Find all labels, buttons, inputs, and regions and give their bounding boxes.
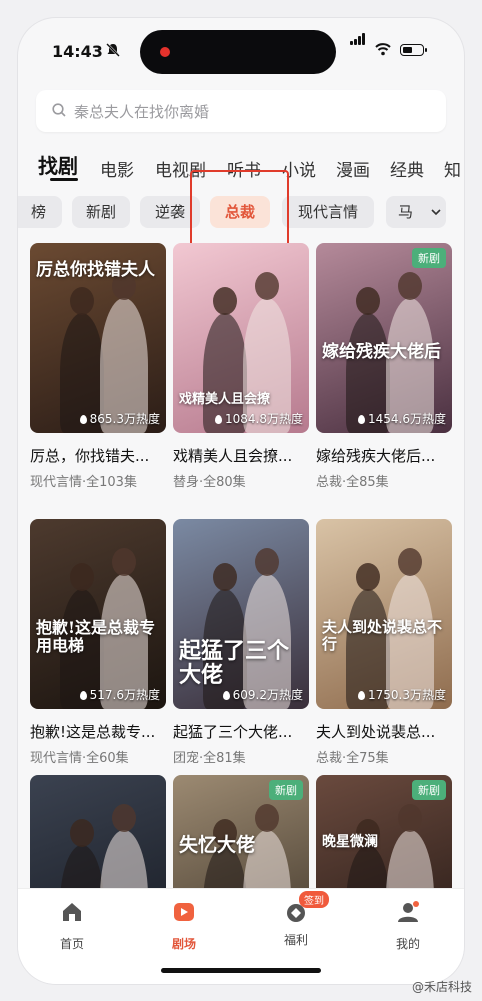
nav-home-label: 首页 <box>59 937 84 951</box>
poster-title-art: 戏精美人且会撩 <box>179 392 271 407</box>
search-placeholder: 秦总夫人在找你离婚 <box>74 103 210 121</box>
tab-movie[interactable]: 电影 <box>100 156 134 181</box>
poster-figure-head <box>213 563 237 591</box>
chevron-down-icon[interactable] <box>430 206 442 218</box>
gift-icon: 签到 <box>283 891 329 925</box>
poster-title-art: 起猛了三个大佬 <box>179 638 290 689</box>
poster-figure-head <box>356 563 380 591</box>
poster-figure-head <box>255 548 279 576</box>
fire-icon <box>79 415 87 424</box>
new-drama-badge: 新剧 <box>269 780 303 800</box>
nav-welfare-label: 福利 <box>283 933 308 947</box>
tab-comic[interactable]: 漫画 <box>336 156 370 181</box>
poster-title-art: 失忆大佬 <box>179 834 256 856</box>
drama-poster[interactable]: 抱歉!这是总裁专用电梯 517.6万热度 <box>30 519 166 709</box>
drama-title[interactable]: 起猛了三个大佬... <box>173 721 313 742</box>
chip-new-drama[interactable]: 新剧 <box>72 196 130 228</box>
dynamic-island <box>140 30 336 74</box>
heat-count: 609.2万热度 <box>222 686 303 703</box>
poster-figure-head <box>112 548 136 576</box>
heat-count: 517.6万热度 <box>79 686 160 703</box>
battery-icon <box>400 44 427 56</box>
nav-profile[interactable]: 我的 <box>368 899 448 952</box>
tab-find-drama[interactable]: 找剧 <box>38 150 78 179</box>
sign-in-badge: 签到 <box>299 891 329 908</box>
status-time: 14:43 <box>52 42 103 61</box>
poster-figure-head <box>213 287 237 315</box>
nav-theater-label: 剧场 <box>171 937 196 951</box>
poster-figure-head <box>112 804 136 832</box>
theater-icon <box>174 903 194 921</box>
heat-count: 1750.3万热度 <box>358 686 446 703</box>
recording-dot-icon <box>160 47 170 57</box>
drama-title[interactable]: 戏精美人且会撩... <box>173 445 313 466</box>
nav-welfare[interactable]: 签到 福利 <box>256 891 336 948</box>
drama-poster[interactable]: 起猛了三个大佬 609.2万热度 <box>173 519 309 709</box>
fire-icon <box>79 691 87 700</box>
drama-meta: 总裁·全85集 <box>316 475 389 490</box>
drama-meta: 团宠·全81集 <box>173 751 246 766</box>
fire-icon <box>222 691 230 700</box>
chip-modern-romance[interactable]: 现代言情 <box>282 196 374 228</box>
fire-icon <box>358 691 365 700</box>
fire-icon <box>358 415 365 424</box>
drama-title[interactable]: 夫人到处说裴总... <box>316 721 456 742</box>
heat-count: 1454.6万热度 <box>358 410 446 427</box>
profile-icon <box>398 901 419 922</box>
drama-poster[interactable]: 嫁给残疾大佬后 新剧 1454.6万热度 <box>316 243 452 433</box>
new-drama-badge: 新剧 <box>412 248 446 268</box>
mute-bell-icon <box>106 43 120 57</box>
chip-ranking[interactable]: 榜 <box>18 196 62 228</box>
poster-figure-head <box>70 819 94 847</box>
search-icon <box>52 103 66 117</box>
status-bar: 14:43 <box>18 18 464 84</box>
poster-figure-head <box>70 287 94 315</box>
home-indicator <box>161 968 321 973</box>
drama-meta: 现代言情·全103集 <box>30 475 137 490</box>
heat-count: 1084.8万热度 <box>215 410 303 427</box>
drama-title[interactable]: 嫁给残疾大佬后... <box>316 445 456 466</box>
tab-underline <box>50 178 78 181</box>
nav-theater[interactable]: 剧场 <box>144 899 224 952</box>
home-icon <box>63 903 81 921</box>
fire-icon <box>215 415 222 424</box>
drama-title[interactable]: 抱歉!这是总裁专... <box>30 721 170 742</box>
drama-title[interactable]: 厉总，你找错夫... <box>30 445 170 466</box>
highlight-annotation-box <box>190 170 289 247</box>
phone-screen: 14:43 秦总夫人在找你离婚 找剧 电影 电视剧 听书 小说 漫画 经典 知 … <box>18 18 464 984</box>
drama-poster[interactable]: 夫人到处说裴总不行 1750.3万热度 <box>316 519 452 709</box>
poster-figure-head <box>398 804 422 832</box>
poster-figure-head <box>255 272 279 300</box>
poster-figure-head <box>356 287 380 315</box>
poster-figure-head <box>398 272 422 300</box>
drama-poster[interactable]: 厉总你找错夫人 865.3万热度 <box>30 243 166 433</box>
poster-figure-head <box>70 563 94 591</box>
poster-title-art: 厉总你找错夫人 <box>36 260 155 280</box>
tab-classic[interactable]: 经典 <box>390 156 424 181</box>
heat-count: 865.3万热度 <box>79 410 160 427</box>
tab-knowledge[interactable]: 知 <box>444 156 461 181</box>
poster-title-art: 夫人到处说裴总不行 <box>322 618 443 653</box>
search-bar[interactable]: 秦总夫人在找你离婚 <box>36 90 446 132</box>
poster-figure-head <box>255 804 279 832</box>
drama-poster[interactable]: 戏精美人且会撩 1084.8万热度 <box>173 243 309 433</box>
drama-meta: 现代言情·全60集 <box>30 751 129 766</box>
poster-title-art: 抱歉!这是总裁专用电梯 <box>36 618 156 655</box>
drama-meta: 替身·全80集 <box>173 475 246 490</box>
poster-title-art: 晚星微澜 <box>322 834 378 850</box>
nav-home[interactable]: 首页 <box>32 899 112 952</box>
nav-profile-label: 我的 <box>395 937 420 951</box>
drama-meta: 总裁·全75集 <box>316 751 389 766</box>
wifi-icon <box>375 43 391 56</box>
new-drama-badge: 新剧 <box>412 780 446 800</box>
watermark: @禾店科技 <box>411 980 472 994</box>
poster-title-art: 嫁给残疾大佬后 <box>322 342 441 362</box>
poster-figure-head <box>398 548 422 576</box>
